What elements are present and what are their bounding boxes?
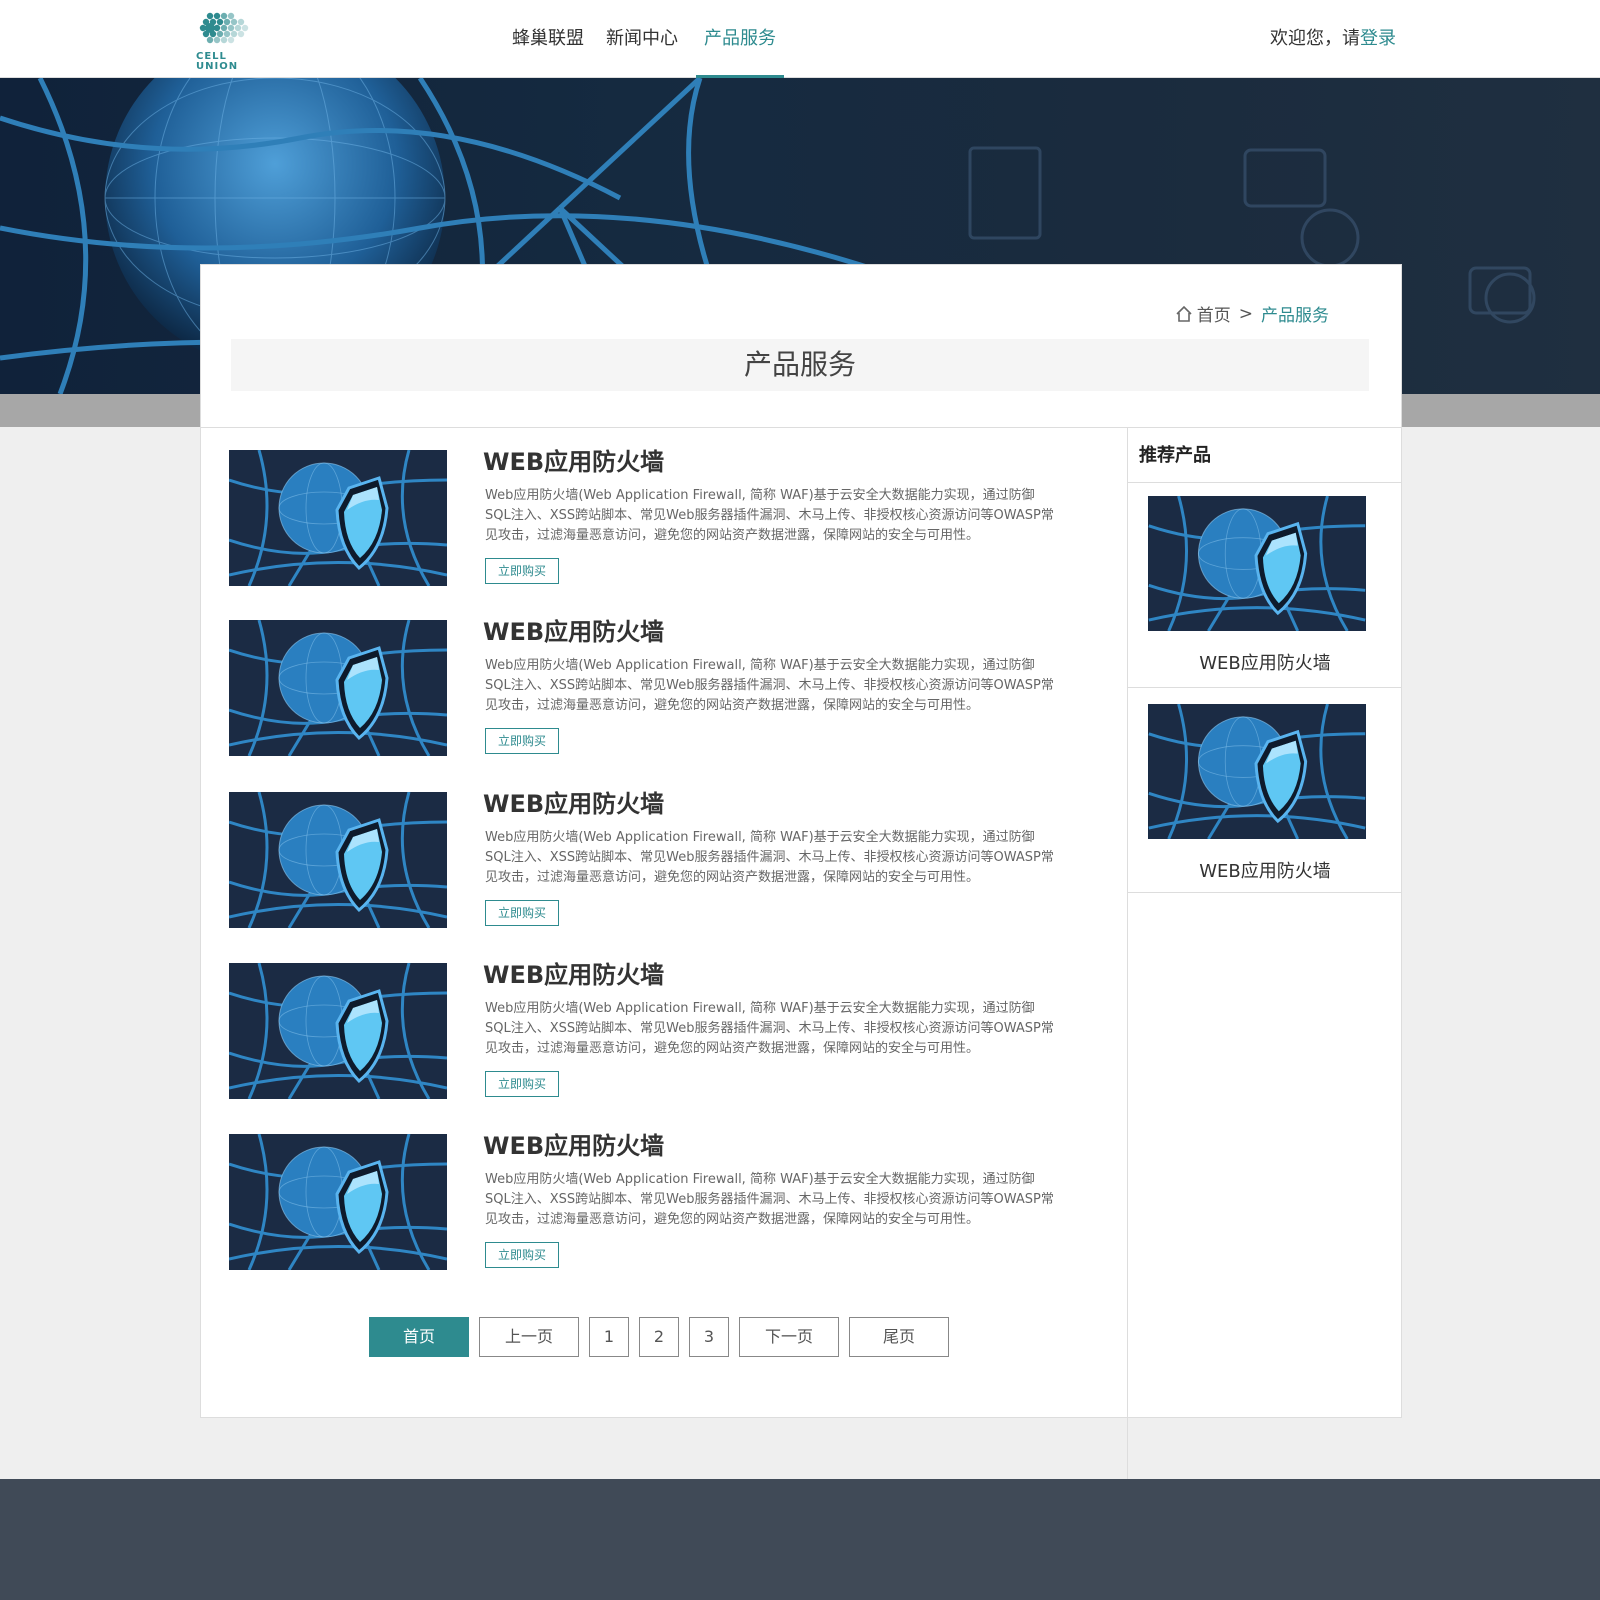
buy-now-button[interactable]: 立即购买 bbox=[485, 900, 559, 926]
login-link[interactable]: 登录 bbox=[1360, 28, 1396, 49]
sidebar-divider-line bbox=[1128, 482, 1402, 483]
nav-item-products[interactable]: 产品服务 bbox=[696, 0, 784, 78]
shield-globe-icon bbox=[229, 963, 447, 1099]
shield-globe-icon bbox=[229, 620, 447, 756]
product-description: Web应用防火墙(Web Application Firewall, 简称 WA… bbox=[485, 830, 1054, 885]
main-nav: 蜂巢联盟 新闻中心 产品服务 bbox=[502, 0, 786, 78]
site-footer bbox=[0, 1479, 1600, 1600]
product-description: Web应用防火墙(Web Application Firewall, 简称 WA… bbox=[485, 488, 1054, 543]
product-item: WEB应用防火墙 Web应用防火墙(Web Application Firewa… bbox=[229, 618, 1109, 760]
buy-now-button[interactable]: 立即购买 bbox=[485, 558, 559, 584]
sidebar-divider bbox=[1127, 427, 1128, 1541]
logo[interactable]: CELL UNION bbox=[196, 10, 256, 72]
product-image[interactable] bbox=[229, 450, 447, 586]
page-next-button[interactable]: 下一页 bbox=[739, 1317, 839, 1357]
product-title[interactable]: WEB应用防火墙 bbox=[483, 442, 664, 477]
welcome-area: 欢迎您，请登录 bbox=[1270, 24, 1396, 50]
product-image[interactable] bbox=[229, 620, 447, 756]
shield-globe-icon bbox=[229, 792, 447, 928]
product-image[interactable] bbox=[229, 963, 447, 1099]
sidebar-divider-line bbox=[1128, 687, 1402, 688]
shield-globe-icon bbox=[1148, 704, 1366, 839]
nav-item-alliance[interactable]: 蜂巢联盟 bbox=[502, 0, 594, 78]
product-description: Web应用防火墙(Web Application Firewall, 简称 WA… bbox=[485, 658, 1054, 713]
product-item: WEB应用防火墙 Web应用防火墙(Web Application Firewa… bbox=[229, 448, 1109, 590]
content-card: 首页 > 产品服务 产品服务 WEB应用防火墙 Web应用防火墙(Web App… bbox=[200, 264, 1402, 1541]
site-header: CELL UNION 蜂巢联盟 新闻中心 产品服务 欢迎您，请登录 bbox=[0, 0, 1600, 78]
breadcrumb-current: 产品服务 bbox=[1261, 306, 1329, 326]
product-image[interactable] bbox=[229, 1134, 447, 1270]
page-title: 产品服务 bbox=[231, 339, 1369, 391]
sidebar-heading: 推荐产品 bbox=[1139, 445, 1211, 466]
page-prev-button[interactable]: 上一页 bbox=[479, 1317, 579, 1357]
nav-item-news[interactable]: 新闻中心 bbox=[596, 0, 688, 78]
sidebar-product-image[interactable] bbox=[1148, 496, 1366, 631]
breadcrumb-separator: > bbox=[1238, 303, 1253, 324]
product-title[interactable]: WEB应用防火墙 bbox=[483, 784, 664, 819]
page-3-button[interactable]: 3 bbox=[689, 1317, 729, 1357]
page-last-button[interactable]: 尾页 bbox=[849, 1317, 949, 1357]
product-item: WEB应用防火墙 Web应用防火墙(Web Application Firewa… bbox=[229, 1132, 1109, 1274]
shield-globe-icon bbox=[229, 1134, 447, 1270]
pagination: 首页 上一页 1 2 3 下一页 尾页 bbox=[369, 1317, 949, 1357]
product-item: WEB应用防火墙 Web应用防火墙(Web Application Firewa… bbox=[229, 961, 1109, 1103]
sidebar-divider-line bbox=[1128, 892, 1402, 893]
product-description: Web应用防火墙(Web Application Firewall, 简称 WA… bbox=[485, 1001, 1054, 1056]
product-title[interactable]: WEB应用防火墙 bbox=[483, 1126, 664, 1161]
home-icon bbox=[1176, 305, 1192, 322]
product-item: WEB应用防火墙 Web应用防火墙(Web Application Firewa… bbox=[229, 790, 1109, 932]
product-image[interactable] bbox=[229, 792, 447, 928]
product-title[interactable]: WEB应用防火墙 bbox=[483, 955, 664, 990]
product-title[interactable]: WEB应用防火墙 bbox=[483, 612, 664, 647]
buy-now-button[interactable]: 立即购买 bbox=[485, 1071, 559, 1097]
sidebar-product-label[interactable]: WEB应用防火墙 bbox=[1128, 857, 1402, 883]
page-2-button[interactable]: 2 bbox=[639, 1317, 679, 1357]
content-divider bbox=[201, 427, 1401, 428]
hexagon-logo-icon bbox=[199, 12, 249, 44]
logo-text: CELL UNION bbox=[196, 51, 239, 72]
buy-now-button[interactable]: 立即购买 bbox=[485, 1242, 559, 1268]
page-first-button[interactable]: 首页 bbox=[369, 1317, 469, 1357]
shield-globe-icon bbox=[1148, 496, 1366, 631]
product-description: Web应用防火墙(Web Application Firewall, 简称 WA… bbox=[485, 1172, 1054, 1227]
page-1-button[interactable]: 1 bbox=[589, 1317, 629, 1357]
welcome-text: 欢迎您，请 bbox=[1270, 28, 1360, 49]
breadcrumb: 首页 > 产品服务 bbox=[1175, 301, 1329, 326]
sidebar-product-label[interactable]: WEB应用防火墙 bbox=[1128, 649, 1402, 675]
breadcrumb-home[interactable]: 首页 bbox=[1197, 301, 1231, 326]
shield-globe-icon bbox=[229, 450, 447, 586]
buy-now-button[interactable]: 立即购买 bbox=[485, 728, 559, 754]
sidebar-product-image[interactable] bbox=[1148, 704, 1366, 839]
